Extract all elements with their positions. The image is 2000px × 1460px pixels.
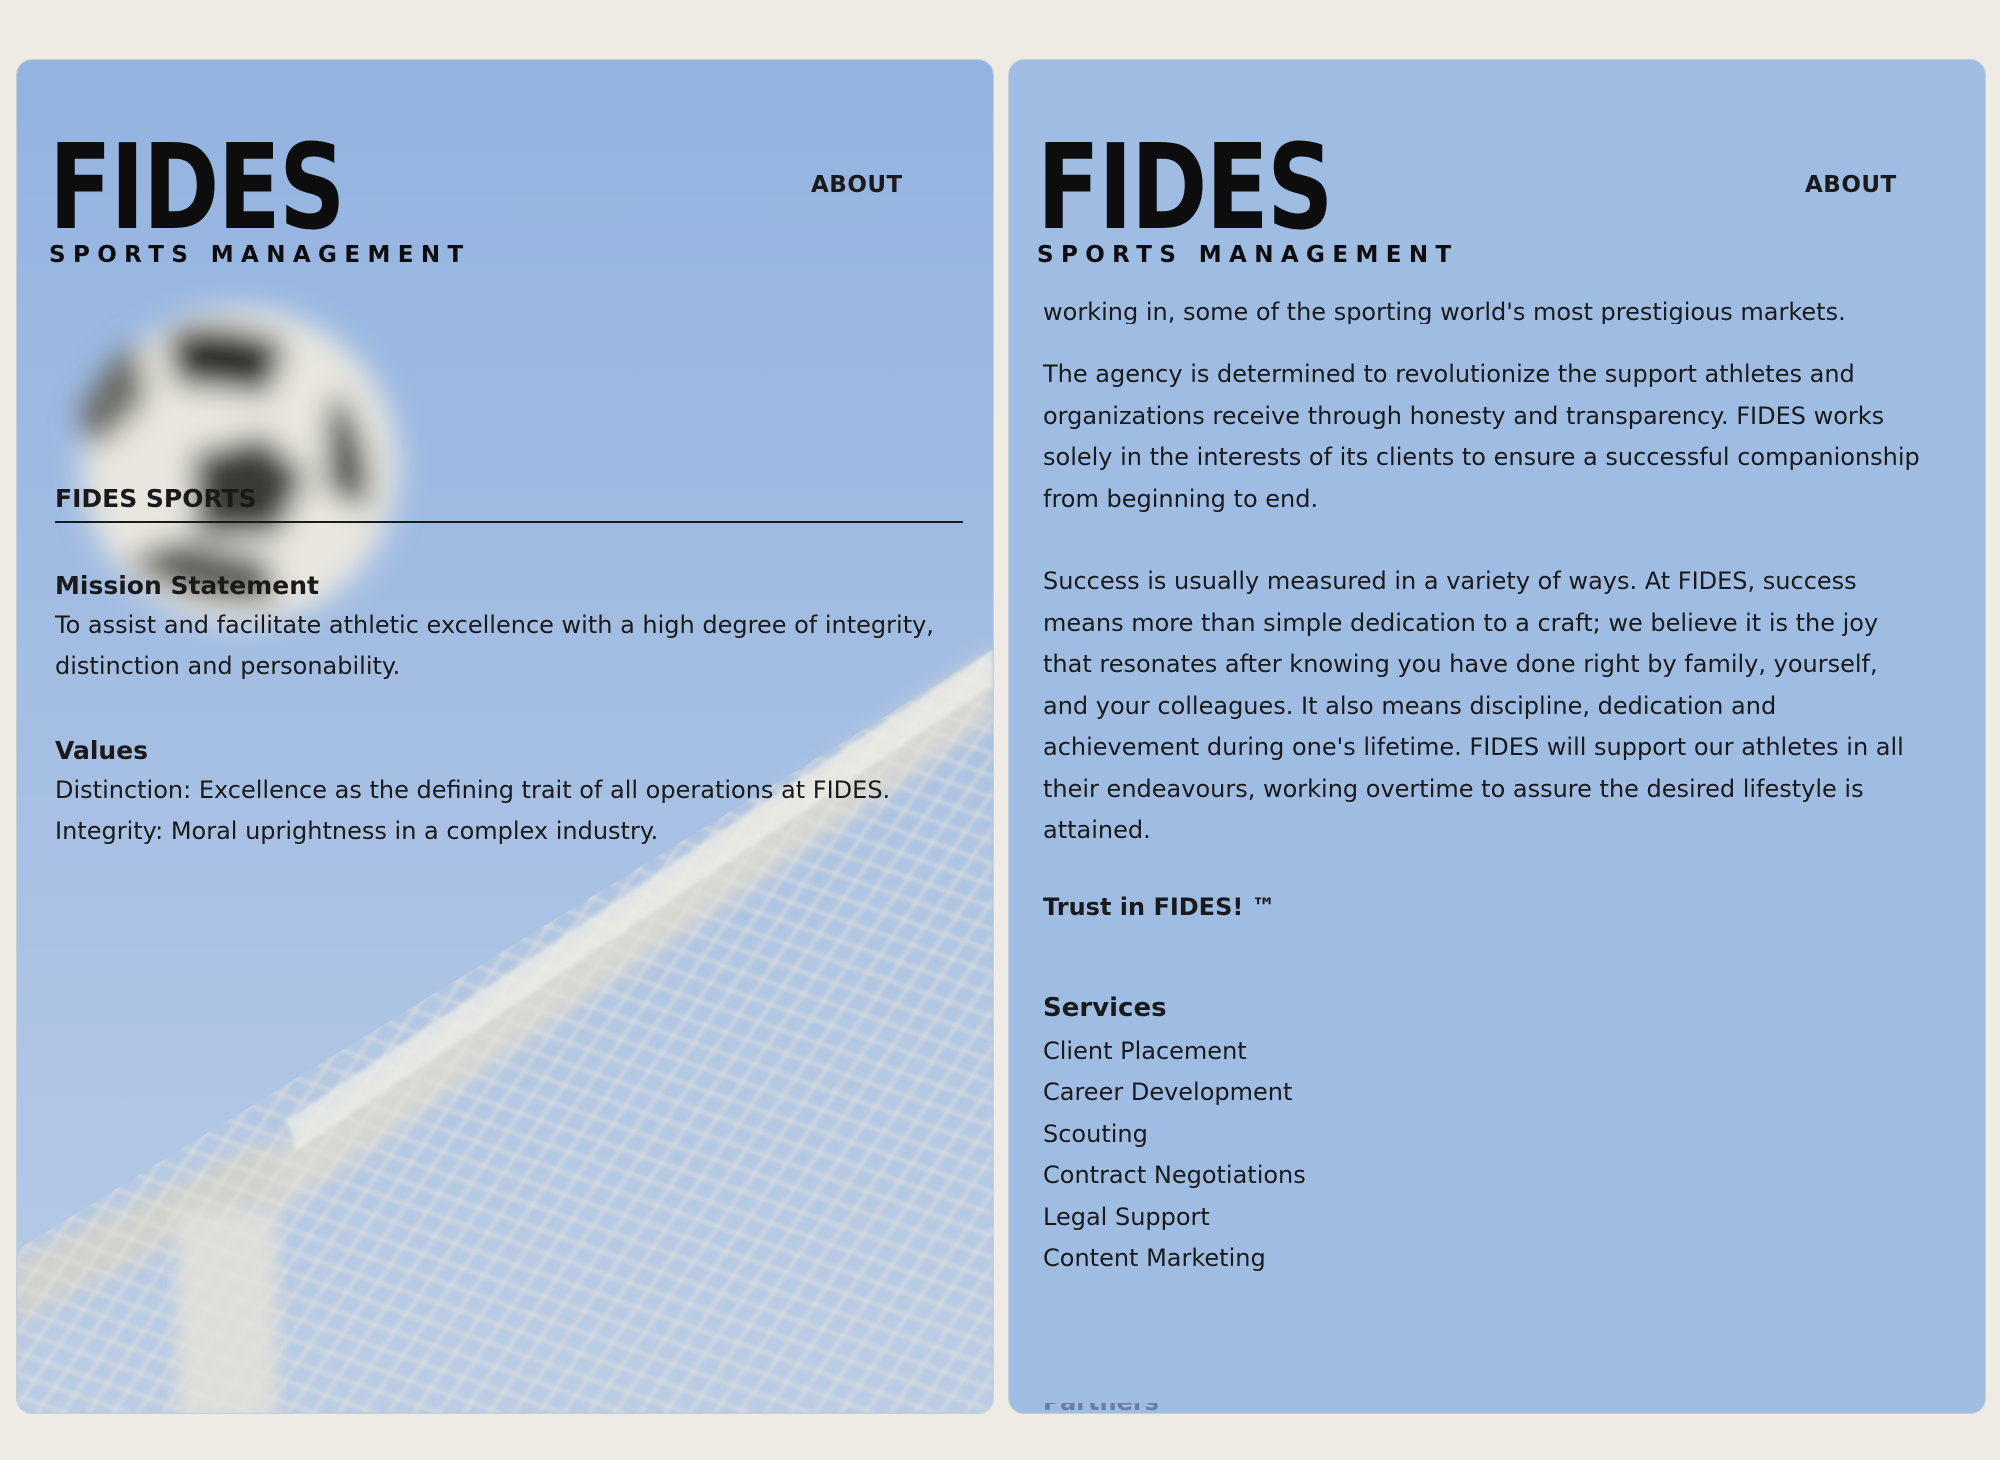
service-item: Client Placement: [1043, 1036, 1247, 1065]
service-item: Legal Support: [1043, 1202, 1210, 1231]
logo-wordmark: FIDES: [1037, 118, 1333, 256]
section-heading: FIDES SPORTS: [55, 484, 963, 523]
service-item: Scouting: [1043, 1119, 1148, 1148]
nav-about-link[interactable]: ABOUT: [1805, 172, 1897, 198]
paragraph-agency: The agency is determined to revolutioniz…: [1043, 360, 1920, 513]
paragraph-success: Success is usually measured in a variety…: [1043, 567, 1904, 845]
services-title: Services: [1043, 992, 1167, 1023]
values-line-integrity: Integrity: Moral uprightness in a comple…: [55, 816, 659, 845]
partial-line-clip: working in, some of the sporting world's…: [1043, 300, 1943, 324]
mission-text: To assist and facilitate athletic excell…: [55, 611, 934, 681]
services-list: Client Placement Career Development Scou…: [1043, 1031, 1923, 1280]
nav-about-link[interactable]: ABOUT: [811, 172, 903, 198]
service-item: Career Development: [1043, 1078, 1293, 1107]
values-title: Values: [55, 735, 149, 765]
mission-title: Mission Statement: [55, 571, 319, 600]
partial-paragraph-line: working in, some of the sporting world's…: [1043, 300, 1846, 324]
values-line-distinction: Distinction: Excellence as the defining …: [55, 775, 891, 804]
left-content: FIDES SPORTS Mission Statement To assist…: [55, 484, 963, 852]
right-panel: The agency is determined to revolutioniz…: [1008, 59, 1986, 1414]
left-panel: FIDES SPORTS MANAGEMENT ABOUT FIDES SPOR…: [16, 59, 994, 1414]
service-item: Contract Negotiations: [1043, 1161, 1306, 1190]
right-scroll-content: The agency is determined to revolutioniz…: [1043, 354, 1923, 1280]
fides-logo[interactable]: FIDES SPORTS MANAGEMENT: [49, 118, 463, 268]
logo-wordmark: FIDES: [49, 118, 345, 256]
service-item: Content Marketing: [1043, 1244, 1266, 1273]
trust-tagline: Trust in FIDES! ™: [1043, 892, 1276, 921]
clipped-next-heading: Partners: [1043, 1403, 1163, 1413]
fides-logo[interactable]: FIDES SPORTS MANAGEMENT: [1037, 118, 1451, 268]
